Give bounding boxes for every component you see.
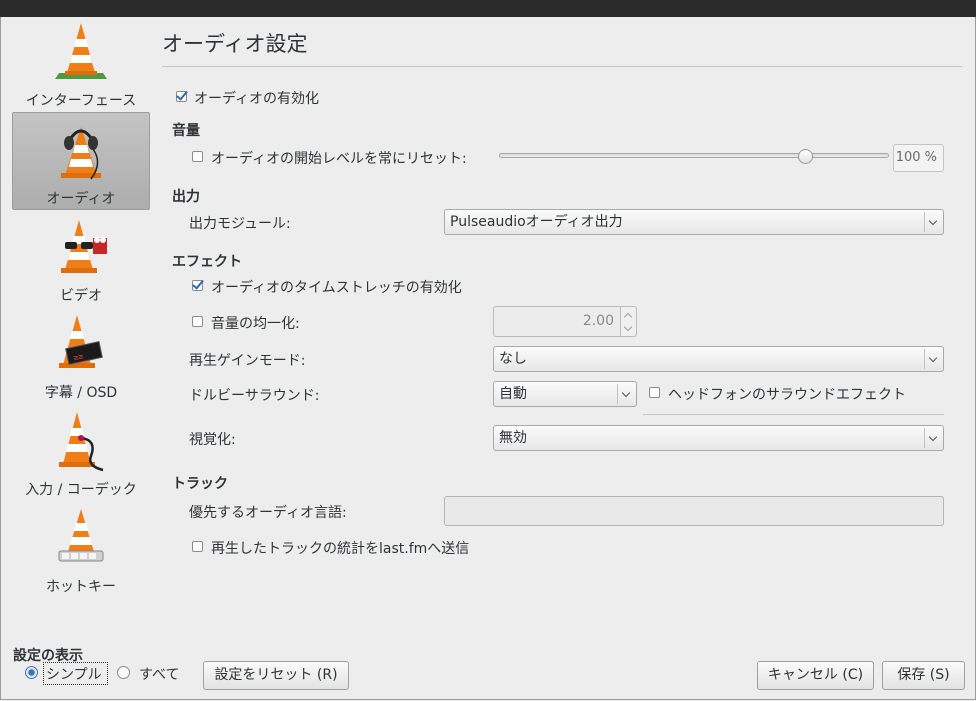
- chevron-down-icon[interactable]: [623, 322, 633, 332]
- chevron-down-icon: [924, 349, 943, 369]
- dolby-surround-value: 自動: [499, 386, 527, 402]
- effects-section-heading: エフェクト: [172, 254, 242, 270]
- visualization-label: 視覚化:: [189, 432, 236, 448]
- simple-mode-label[interactable]: シンプル: [46, 664, 102, 684]
- vlc-cone-glasses-icon: [61, 220, 107, 273]
- sidebar-item-audio[interactable]: オーディオ: [12, 112, 150, 210]
- output-module-dropdown[interactable]: Pulseaudioオーディオ出力: [444, 209, 944, 235]
- sidebar-item-hotkeys[interactable]: ホットキー: [12, 501, 150, 598]
- preferred-language-input[interactable]: [444, 496, 944, 526]
- reset-volume-label: オーディオの開始レベルを常にリセット:: [211, 151, 467, 167]
- visualization-value: 無効: [499, 430, 527, 446]
- reset-preferences-button[interactable]: 設定をリセット (R): [203, 661, 349, 690]
- preferred-language-label: 優先するオーディオ言語:: [189, 505, 347, 521]
- timestretch-label: オーディオのタイムストレッチの有効化: [211, 280, 462, 296]
- enable-audio-checkbox[interactable]: [176, 91, 187, 102]
- chevron-down-icon: [924, 212, 943, 232]
- chevron-up-icon[interactable]: [623, 312, 633, 322]
- output-section-heading: 出力: [172, 189, 200, 205]
- title-divider: [162, 66, 962, 67]
- reset-volume-checkbox[interactable]: [192, 151, 203, 162]
- sidebar-item-input-codecs[interactable]: 入力 / コーデック: [12, 404, 150, 501]
- vlc-cone-subtitles-icon: ≥≥: [59, 315, 103, 368]
- headphone-surround-label: ヘッドフォンのサラウンドエフェクト: [668, 387, 906, 403]
- headphone-surround-checkbox[interactable]: [649, 387, 660, 398]
- output-module-value: Pulseaudioオーディオ出力: [450, 214, 623, 230]
- vlc-cone-headphones-icon: [61, 127, 101, 180]
- replaygain-value: なし: [499, 351, 527, 367]
- vlc-cone-keys-icon: [58, 509, 104, 562]
- normalize-volume-spinbox[interactable]: 2.00: [493, 306, 621, 337]
- normalize-volume-stepper[interactable]: [621, 306, 637, 337]
- save-button[interactable]: 保存 (S): [882, 661, 965, 690]
- normalize-volume-checkbox[interactable]: [192, 316, 203, 327]
- volume-section-heading: 音量: [172, 123, 200, 139]
- volume-value: 100 %: [893, 144, 944, 172]
- dolby-surround-label: ドルビーサラウンド:: [189, 388, 320, 404]
- visualization-dropdown[interactable]: 無効: [493, 425, 944, 451]
- dolby-surround-dropdown[interactable]: 自動: [493, 381, 637, 407]
- sidebar-item-subtitles[interactable]: ≥≥ 字幕 / OSD: [12, 307, 150, 404]
- effects-divider: [643, 414, 944, 415]
- normalize-volume-label: 音量の均一化:: [211, 316, 300, 332]
- replaygain-dropdown[interactable]: なし: [493, 346, 944, 372]
- volume-slider-handle[interactable]: [798, 149, 813, 164]
- lastfm-checkbox[interactable]: [192, 541, 203, 552]
- all-mode-radio[interactable]: [117, 666, 130, 679]
- chevron-down-icon: [924, 428, 943, 448]
- lastfm-label: 再生したトラックの統計をlast.fmへ送信: [211, 541, 470, 557]
- sidebar-item-label: 入力 / コーデック: [25, 482, 137, 498]
- timestretch-checkbox[interactable]: [192, 280, 203, 291]
- sidebar-item-label: ビデオ: [60, 288, 102, 304]
- simple-mode-radio[interactable]: [25, 666, 38, 679]
- output-module-label: 出力モジュール:: [189, 216, 291, 232]
- chevron-down-icon: [617, 384, 636, 404]
- sidebar-item-label: インターフェース: [25, 93, 137, 109]
- tracks-section-heading: トラック: [172, 476, 228, 492]
- vlc-cone-cable-icon: [59, 412, 104, 472]
- sidebar-item-label: 字幕 / OSD: [44, 385, 118, 401]
- sidebar-item-label: オーディオ: [46, 191, 116, 207]
- all-mode-label[interactable]: すべて: [139, 664, 179, 684]
- replaygain-label: 再生ゲインモード:: [189, 353, 306, 369]
- page-title: オーディオ設定: [162, 32, 308, 56]
- sidebar-item-label: ホットキー: [46, 579, 116, 595]
- enable-audio-label: オーディオの有効化: [194, 91, 320, 107]
- cancel-button[interactable]: キャンセル (C): [757, 661, 874, 690]
- sidebar-item-interface[interactable]: インターフェース: [12, 15, 150, 112]
- volume-slider-track[interactable]: [499, 153, 889, 158]
- category-sidebar: インターフェース オーディオ ビデオ ≥≥ 字幕 / OSD 入力 / コーデッ…: [12, 15, 150, 598]
- sidebar-item-video[interactable]: ビデオ: [12, 210, 150, 307]
- vlc-cone-interface-icon: [55, 23, 107, 79]
